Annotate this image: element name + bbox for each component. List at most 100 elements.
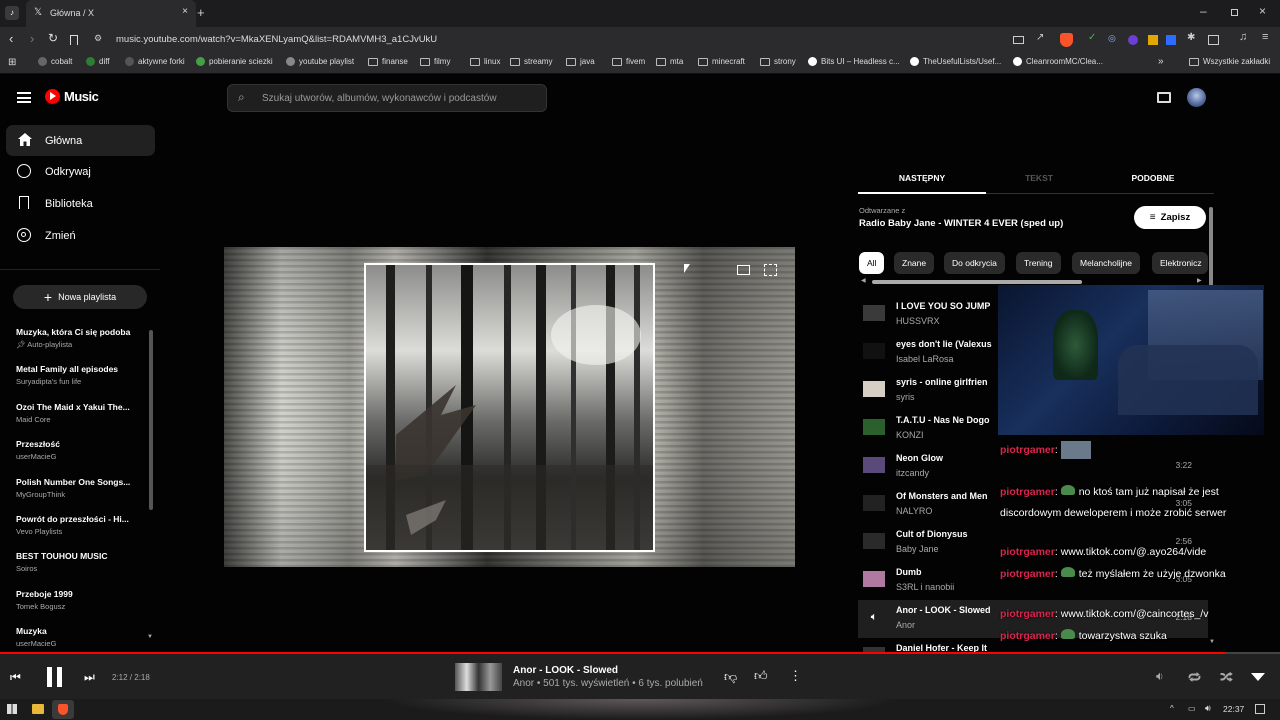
sidebar-playlist[interactable]: Metal Family all episodes Suryadipta's fu… (16, 364, 146, 386)
bookmark-item[interactable]: linux (470, 57, 500, 66)
search-box[interactable]: ⌕ Szukaj utworów, albumów, wykonawców i … (227, 84, 547, 112)
previous-icon[interactable]: ⏮ (10, 670, 21, 685)
expand-player-icon[interactable] (1251, 673, 1265, 681)
minimize-icon[interactable]: – (1200, 4, 1207, 18)
bookmark-item[interactable]: CleanroomMC/Clea... (1013, 57, 1103, 66)
filter-chip[interactable]: Do odkrycia (944, 252, 1005, 274)
restore-icon[interactable] (1231, 9, 1238, 16)
sidebar-playlist[interactable]: Przeszłość userMacieG (16, 439, 146, 461)
windows-start-icon[interactable] (7, 704, 17, 714)
sidebar-playlist[interactable]: Ozoi The Maid x Yakui The... Maid Core (16, 402, 146, 424)
more-bookmarks-icon[interactable]: » (1158, 56, 1164, 67)
file-explorer-icon[interactable] (32, 704, 44, 714)
sidebar-playlist[interactable]: Muzyka, która Ci się podoba 📌︎ Auto-playl… (16, 327, 146, 349)
fullscreen-icon[interactable] (764, 264, 777, 276)
tab-nastepny[interactable]: NASTĘPNY (858, 164, 986, 194)
tray-arrow-icon[interactable]: ^ (1170, 704, 1174, 713)
filter-chip[interactable]: All (859, 252, 885, 274)
reload-icon[interactable]: ↻ (48, 31, 58, 45)
sidebar-playlist[interactable]: Przeboje 1999 Tomek Bogusz (16, 589, 146, 611)
chips-scroll-right-icon[interactable]: ▶ (1197, 277, 1202, 284)
bookmark-item[interactable]: finanse (368, 57, 408, 66)
tab-podobne[interactable]: PODOBNE (1092, 164, 1214, 194)
brave-shield-icon[interactable] (1060, 33, 1073, 47)
track-title[interactable]: Anor - LOOK - Slowed (513, 665, 618, 676)
bookmark-item[interactable]: cobalt (38, 57, 72, 66)
next-icon[interactable]: ⏭ (84, 670, 95, 685)
bookmark-item[interactable]: Bits UI – Headless c... (808, 57, 900, 66)
bookmark-item[interactable]: fivem (612, 57, 645, 66)
bookmark-item[interactable]: aktywne forki (125, 57, 185, 66)
sidebar-scrollbar[interactable] (149, 330, 153, 510)
bookmark-item[interactable]: filmy (420, 57, 450, 66)
audio-icon[interactable]: ♪ (5, 6, 19, 20)
music-control-icon[interactable]: ♫ (1239, 31, 1247, 43)
close-tab-icon[interactable]: × (182, 6, 188, 17)
notifications-icon[interactable] (1255, 704, 1265, 714)
volume-tray-icon[interactable]: 🔊︎ (1205, 703, 1211, 714)
back-icon[interactable]: ‹ (9, 31, 13, 46)
chips-scrollbar[interactable] (872, 280, 1082, 284)
site-settings-icon[interactable]: ⚙ (94, 33, 102, 44)
close-window-icon[interactable]: × (1259, 4, 1266, 18)
bookmark-item[interactable]: strony (760, 57, 796, 66)
more-options-icon[interactable]: ⋮ (789, 668, 802, 684)
new-tab-icon[interactable]: + (197, 5, 205, 20)
save-button[interactable]: ≡ Zapisz (1134, 206, 1206, 229)
browser-tab[interactable]: 𝕏 Główna / X × (26, 0, 196, 27)
extensions-icon[interactable]: ✱ (1187, 32, 1195, 43)
like-icon[interactable]: 👍︎ (754, 668, 768, 684)
extension-blue-icon[interactable] (1166, 35, 1176, 45)
menu-icon[interactable]: ≡ (1262, 31, 1268, 43)
volume-icon[interactable]: 🔉︎ (1156, 669, 1164, 684)
extension-purple-icon[interactable] (1128, 35, 1138, 45)
repeat-icon[interactable]: 🔁︎ (1188, 668, 1201, 687)
chips-scroll-left-icon[interactable]: ◀ (861, 277, 866, 284)
new-playlist-button[interactable]: + Nowa playlista (13, 285, 147, 309)
hamburger-menu-icon[interactable] (17, 92, 31, 103)
pause-button[interactable] (46, 667, 64, 687)
network-icon[interactable]: ▭ (1188, 704, 1196, 713)
nav-item-zmien[interactable]: Zmień (6, 220, 155, 251)
filter-chip[interactable]: Znane (894, 252, 935, 274)
bookmark-item[interactable]: youtube playlist (286, 57, 354, 66)
extension-ad-icon[interactable]: ◎ (1108, 33, 1116, 44)
track-thumbnail[interactable] (455, 663, 502, 691)
sidebar-playlist[interactable]: Muzyka userMacieG (16, 626, 146, 648)
bookmark-item[interactable]: diff (86, 57, 110, 66)
cast-icon[interactable] (1157, 92, 1171, 103)
share-icon[interactable]: ↗ (1036, 32, 1044, 43)
extension-check-icon[interactable]: ✓ (1088, 32, 1096, 43)
sidebar-playlist[interactable]: Powrót do przeszłości - Hi... Vevo Playli… (16, 514, 146, 536)
brave-taskbar-icon[interactable] (52, 700, 74, 719)
bookmark-item[interactable]: TheUsefulLists/Usef... (910, 57, 1001, 66)
dislike-icon[interactable]: 👎︎ (724, 669, 737, 685)
panel-scrollbar[interactable] (1209, 207, 1213, 295)
sidebar-toggle-icon[interactable] (1208, 35, 1219, 45)
sidebar-playlist[interactable]: BEST TOUHOU MUSIC Soiros (16, 551, 146, 573)
bookmark-item[interactable]: java (566, 57, 595, 66)
nav-item-odkrywaj[interactable]: Odkrywaj (6, 156, 155, 187)
sidebar-playlist[interactable]: Polish Number One Songs... MyGroupThink (16, 477, 146, 499)
shuffle-icon[interactable]: 🔀︎ (1220, 668, 1233, 687)
nav-item-glowna[interactable]: Główna (6, 125, 155, 156)
filter-chip[interactable]: Trening (1016, 252, 1061, 274)
url-text[interactable]: music.youtube.com/watch?v=MkaXENLyamQ&li… (116, 34, 437, 45)
bookmark-item[interactable]: minecraft (698, 57, 745, 66)
youtube-music-logo[interactable]: Music (45, 89, 99, 104)
progress-bar[interactable] (0, 652, 1280, 654)
nav-item-biblioteka[interactable]: Biblioteka (6, 188, 155, 219)
bookmark-item[interactable]: streamy (510, 57, 552, 66)
cast-icon-browser[interactable] (1013, 36, 1024, 44)
all-bookmarks-folder[interactable]: Wszystkie zakładki (1189, 57, 1270, 66)
forward-icon[interactable]: › (30, 31, 34, 46)
scroll-down-icon[interactable]: ▼ (147, 634, 153, 640)
miniplayer-icon[interactable] (737, 265, 750, 275)
bookmark-item[interactable]: pobieranie sciezki (196, 57, 273, 66)
extension-yellow-icon[interactable] (1148, 35, 1158, 45)
bookmark-page-icon[interactable] (70, 35, 78, 45)
filter-chip[interactable]: Elektronicz (1152, 252, 1208, 274)
apps-grid-icon[interactable]: ⊞ (8, 57, 16, 68)
avatar[interactable] (1187, 88, 1206, 107)
filter-chip[interactable]: Melancholijne (1072, 252, 1140, 274)
